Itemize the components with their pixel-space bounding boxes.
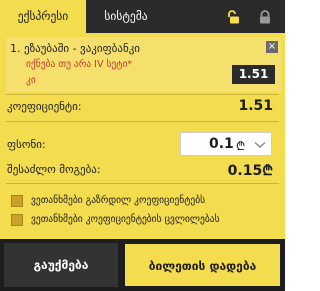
stake-value[interactable]: 0.1 (209, 136, 234, 152)
divider (6, 94, 279, 95)
selection-card: 1. ეზაუბაში - ვაკიფბანკი იქნება თუ არა I… (6, 37, 281, 92)
tab-express[interactable]: ექსპრესი (0, 0, 86, 33)
divider (6, 121, 279, 122)
unlocked-padlock-icon[interactable] (226, 10, 240, 24)
selection-market: იქნება თუ არა IV სეტი* (26, 59, 133, 70)
cancel-button[interactable]: გაუქმება (4, 243, 118, 287)
stake-label: ფსონი: (7, 138, 46, 151)
possible-win-value: 0.15 (227, 163, 263, 179)
place-bet-button[interactable]: ბილეთის დადება (124, 243, 281, 287)
possible-win-label: შესაძლო მოგება: (7, 163, 101, 176)
padlock-icon[interactable] (258, 10, 272, 24)
divider (6, 183, 279, 184)
close-icon[interactable]: × (266, 41, 278, 53)
stake-input[interactable]: 0.1 ₾ (180, 132, 272, 156)
lari-icon: ₾ (262, 163, 273, 179)
accept-odds-change-label[interactable]: ვეთანხმები კოეფიციენტების ცვლილებას (31, 214, 220, 225)
bet-slip-header: ექსპრესი სისტემა (0, 0, 285, 33)
selection-outcome: კი (26, 75, 36, 86)
accept-odds-change-checkbox[interactable] (11, 214, 23, 226)
selection-number: 1. (10, 42, 21, 55)
accept-increased-odds-label[interactable]: ვეთანხმები გაზრდილ კოეფიციენტებს (31, 195, 205, 206)
accept-increased-odds-checkbox[interactable] (11, 195, 23, 207)
tab-system[interactable]: სისტემა (86, 0, 166, 33)
bet-slip-widget: ექსპრესი სისტემა 1. ეზაუბაში - ვაკიფბანკ… (0, 0, 285, 291)
selection-title-row: 1. ეზაუბაში - ვაკიფბანკი (10, 42, 140, 55)
coefficient-value: 1.51 (238, 98, 273, 114)
lari-icon: ₾ (236, 139, 246, 153)
chevron-down-icon[interactable] (254, 141, 266, 149)
coefficient-label: კოეფიციენტი: (7, 100, 82, 113)
selection-odds: 1.51 (232, 65, 275, 84)
possible-win-amount: 0.15₾ (228, 161, 273, 180)
selection-title: ეზაუბაში - ვაკიფბანკი (24, 42, 140, 55)
